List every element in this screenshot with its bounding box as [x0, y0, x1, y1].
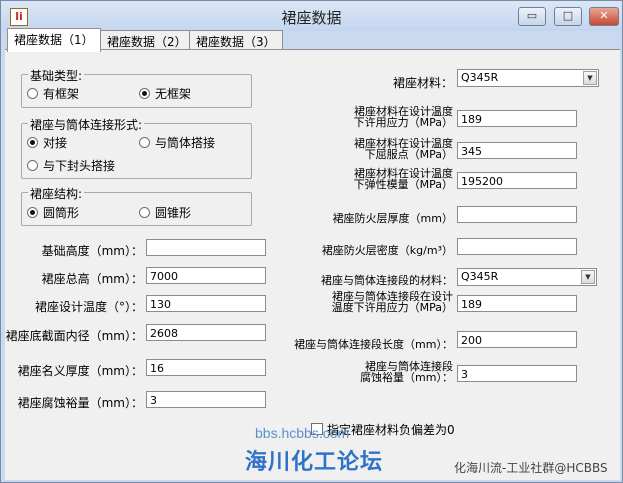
tab-skirt-data-3[interactable]: 裙座数据（3） — [189, 30, 283, 51]
nominal-thickness-label: 裙座名义厚度（mm）： — [17, 364, 143, 378]
elastic-modulus-input[interactable]: 195200 — [457, 172, 577, 189]
radio-cylindrical[interactable]: 圆筒形 — [27, 204, 79, 221]
watermark-corner: 化海川流-工业社群@HCBBS — [454, 461, 608, 475]
connection-corrosion-label: 裙座与筒体连接段 腐蚀裕量（mm）： — [360, 360, 453, 384]
fireproof-thickness-input[interactable] — [457, 206, 577, 223]
tab-skirt-data-1[interactable]: 裙座数据（1） — [7, 28, 101, 52]
application-window: li 裙座数据 ▭ □ ✕ 裙座数据（1） 裙座数据（2） 裙座数据（3） 基础… — [0, 0, 623, 483]
skirt-structure-legend: 裙座结构: — [28, 185, 85, 202]
skirt-material-select[interactable]: Q345R ▼ — [457, 69, 599, 87]
connection-material-label: 裙座与筒体连接段的材料： — [321, 274, 453, 287]
total-height-input[interactable]: 7000 — [146, 267, 266, 284]
fireproof-density-input[interactable] — [457, 238, 577, 255]
radio-with-frame[interactable]: 有框架 — [27, 85, 79, 102]
radio-dot — [139, 137, 150, 148]
restore-button[interactable]: □ — [554, 7, 582, 26]
corrosion-allowance-label: 裙座腐蚀裕量（mm）： — [17, 396, 143, 410]
connection-corrosion-input[interactable]: 3 — [457, 365, 577, 382]
radio-dot — [139, 207, 150, 218]
connection-allowable-stress-label: 裙座与筒体连接段在设计 温度下许用应力（MPa） — [331, 290, 453, 314]
radio-dot-selected — [139, 88, 150, 99]
tab-skirt-data-2[interactable]: 裙座数据（2） — [100, 30, 194, 51]
nominal-thickness-input[interactable]: 16 — [146, 359, 266, 376]
radio-conical[interactable]: 圆锥形 — [139, 204, 191, 221]
connection-length-input[interactable]: 200 — [457, 331, 577, 348]
title-bar[interactable]: li 裙座数据 ▭ □ ✕ — [1, 1, 622, 31]
total-height-label: 裙座总高（mm）： — [41, 272, 143, 286]
radio-dot — [27, 160, 38, 171]
connection-allowable-stress-input[interactable]: 189 — [457, 295, 577, 312]
tab-strip: 裙座数据（1） 裙座数据（2） 裙座数据（3） — [5, 28, 620, 52]
radio-dot — [27, 88, 38, 99]
radio-lap-lower-head[interactable]: 与下封头搭接 — [27, 157, 115, 174]
allowable-stress-input[interactable]: 189 — [457, 110, 577, 127]
yield-point-label: 裙座材料在设计温度 下屈服点（MPa） — [354, 137, 453, 161]
fireproof-thickness-label: 裙座防火层厚度（mm） — [332, 212, 453, 225]
foundation-height-input[interactable] — [146, 239, 266, 256]
watermark-forum: 海川化工论坛 — [245, 450, 384, 475]
allowable-stress-label: 裙座材料在设计温度 下许用应力（MPa） — [353, 105, 453, 129]
watermark-url: bbs.hcbbs.com — [255, 425, 350, 441]
tab-panel: 基础类型: 有框架 无框架 裙座与筒体连接形式: 对接 与筒体搭接 与下封头搭接… — [5, 49, 620, 480]
close-button[interactable]: ✕ — [589, 7, 619, 26]
radio-without-frame[interactable]: 无框架 — [139, 85, 191, 102]
yield-point-input[interactable]: 345 — [457, 142, 577, 159]
foundation-height-label: 基础高度（mm）： — [41, 244, 143, 258]
connection-material-select[interactable]: Q345R ▼ — [457, 268, 597, 286]
radio-butt-joint[interactable]: 对接 — [27, 134, 67, 151]
design-temperature-label: 裙座设计温度（°）： — [34, 300, 143, 314]
elastic-modulus-label: 裙座材料在设计温度 下弹性模量（MPa） — [353, 167, 453, 191]
foundation-type-legend: 基础类型: — [28, 67, 85, 84]
connection-length-label: 裙座与筒体连接段长度（mm）： — [294, 338, 453, 351]
bottom-inner-diameter-input[interactable]: 2608 — [146, 324, 266, 341]
radio-dot-selected — [27, 207, 38, 218]
chevron-down-icon: ▼ — [583, 71, 597, 85]
minimize-button[interactable]: ▭ — [518, 7, 546, 26]
skirt-material-label: 裙座材料： — [392, 76, 453, 90]
bottom-inner-diameter-label: 裙座底截面内径（mm）： — [5, 329, 143, 343]
radio-lap-shell[interactable]: 与筒体搭接 — [139, 134, 215, 151]
radio-dot-selected — [27, 137, 38, 148]
chevron-down-icon: ▼ — [581, 270, 595, 284]
connection-form-legend: 裙座与筒体连接形式: — [28, 116, 145, 133]
design-temperature-input[interactable]: 130 — [146, 295, 266, 312]
corrosion-allowance-input[interactable]: 3 — [146, 391, 266, 408]
fireproof-density-label: 裙座防火层密度（kg/m³） — [321, 244, 453, 257]
